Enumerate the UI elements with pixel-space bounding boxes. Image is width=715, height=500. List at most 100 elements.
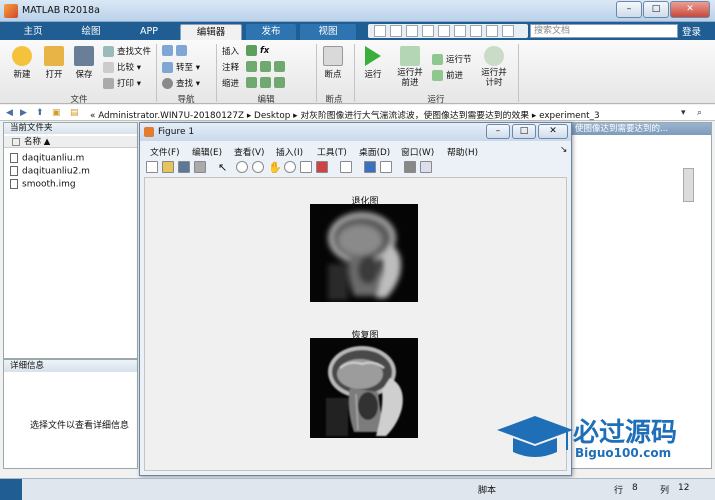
tab-view[interactable]: 视图 (300, 24, 356, 40)
comment-button[interactable]: 注释 (222, 61, 239, 73)
dropdown-icon[interactable]: ▾ (681, 108, 686, 118)
find-files-button[interactable]: 查找文件 (103, 45, 151, 57)
fx-button[interactable]: fx (246, 45, 269, 56)
breakpoints-button[interactable]: 断点 (318, 46, 348, 80)
breadcrumb-segment[interactable]: 对灰阶图像进行大气湍流滤波，使图像达到需要达到的效果 (300, 111, 529, 121)
forward-arrow-icon[interactable]: ▶ (20, 108, 27, 118)
save-icon[interactable] (374, 25, 386, 37)
new-figure-icon[interactable] (146, 161, 158, 173)
list-item[interactable]: daqituanliu.m (10, 153, 84, 164)
degraded-head-image (310, 204, 418, 302)
indent-button[interactable]: 缩进 (222, 77, 239, 89)
data-cursor-icon[interactable] (300, 161, 312, 173)
tab-apps[interactable]: APP (122, 24, 176, 40)
switch-windows-icon[interactable] (470, 25, 482, 37)
tab-home[interactable]: 主页 (6, 24, 60, 40)
list-item[interactable]: smooth.img (10, 179, 76, 190)
save-button[interactable]: 保存 (68, 46, 100, 80)
link-plot-icon[interactable] (340, 161, 352, 173)
run-and-time-button[interactable]: 运行并计时 (478, 46, 510, 88)
print-icon (103, 78, 114, 89)
colorbar-icon[interactable] (364, 161, 376, 173)
breadcrumb-segment[interactable]: Desktop (254, 111, 290, 121)
zoom-out-icon[interactable] (252, 161, 264, 173)
tab-plots[interactable]: 绘图 (64, 24, 118, 40)
insert-button[interactable]: 插入 (222, 45, 239, 57)
hide-plot-tools-icon[interactable] (404, 161, 416, 173)
redo-icon[interactable] (454, 25, 466, 37)
start-button[interactable] (0, 479, 22, 500)
status-bar: 脚本 行 8 列 12 (0, 478, 715, 500)
comment-tools[interactable] (246, 61, 288, 72)
figure-maximize-button[interactable]: □ (512, 124, 536, 139)
restored-mri-image (310, 338, 418, 438)
menu-file[interactable]: 文件(F) (150, 145, 180, 158)
pan-icon[interactable]: ✋ (268, 161, 282, 174)
menu-tools[interactable]: 工具(T) (317, 145, 347, 158)
menu-edit[interactable]: 编辑(E) (192, 145, 222, 158)
menu-help[interactable]: 帮助(H) (447, 145, 478, 158)
open-file-icon[interactable] (162, 161, 174, 173)
customize-icon[interactable] (502, 25, 514, 37)
search-icon[interactable]: ⌕ (697, 108, 702, 118)
details-message: 选择文件以查看详细信息 (30, 421, 130, 431)
help-icon[interactable] (486, 25, 498, 37)
copy-icon[interactable] (406, 25, 418, 37)
run-button[interactable]: 运行 (358, 46, 388, 80)
folder-icon (44, 46, 64, 66)
checkbox-icon[interactable] (12, 137, 20, 146)
goto-button[interactable]: 转至 ▾ (162, 61, 200, 73)
print-figure-icon[interactable] (194, 161, 206, 173)
rotate-icon[interactable] (284, 161, 296, 173)
tab-publish[interactable]: 发布 (246, 24, 296, 40)
close-button[interactable]: ✕ (670, 1, 710, 18)
breadcrumb-segment[interactable]: experiment_3 (539, 111, 600, 121)
search-documentation-input[interactable]: 搜索文档 (530, 24, 678, 38)
paste-icon[interactable] (422, 25, 434, 37)
breakpoints-icon (323, 46, 343, 66)
stopwatch-icon (484, 46, 504, 66)
figure-minimize-button[interactable]: – (486, 124, 510, 139)
zoom-in-icon[interactable] (236, 161, 248, 173)
compare-button[interactable]: 比较 ▾ (103, 61, 141, 73)
browse-folder-icon[interactable]: ▣ (52, 108, 61, 118)
scrollbar[interactable] (683, 168, 694, 202)
find-files-icon (103, 46, 114, 57)
menu-view[interactable]: 查看(V) (234, 145, 264, 158)
divider (156, 44, 157, 102)
menu-desktop[interactable]: 桌面(D) (359, 145, 390, 158)
indent-tools[interactable] (246, 77, 288, 88)
new-button[interactable]: 新建 (6, 46, 38, 80)
degraded-mri-image (310, 204, 418, 302)
login-link[interactable]: 登录 (682, 24, 701, 38)
print-button[interactable]: 打印 ▾ (103, 77, 141, 89)
up-folder-icon[interactable]: ⬆ (36, 108, 44, 118)
run-section-button[interactable]: 运行节 (432, 53, 472, 65)
menu-window[interactable]: 窗口(W) (401, 145, 434, 158)
undo-icon[interactable] (438, 25, 450, 37)
open-button[interactable]: 打开 (38, 46, 70, 80)
minimize-button[interactable]: – (616, 1, 642, 18)
maximize-button[interactable]: □ (643, 1, 669, 18)
tab-editor[interactable]: 编辑器 (180, 24, 242, 40)
pointer-icon[interactable]: ↖ (218, 161, 230, 174)
list-item[interactable]: daqituanliu2.m (10, 166, 90, 177)
legend-icon[interactable] (380, 161, 392, 173)
back-arrow-icon[interactable]: ◀ (6, 108, 13, 118)
cut-icon[interactable] (390, 25, 402, 37)
find-button[interactable]: 查找 ▾ (162, 77, 200, 89)
breadcrumb[interactable]: « Administrator.WIN7U-20180127Z ▸ Deskto… (90, 108, 600, 121)
brush-icon[interactable] (316, 161, 328, 173)
save-figure-icon[interactable] (178, 161, 190, 173)
menu-insert[interactable]: 插入(I) (276, 145, 303, 158)
run-and-advance-button[interactable]: 运行并前进 (394, 46, 426, 88)
dock-icon[interactable]: ↘ (560, 145, 567, 155)
name-column-header[interactable]: 名称 ▲ (4, 136, 137, 148)
figure-close-button[interactable]: ✕ (538, 124, 568, 139)
advance-button[interactable]: 前进 (432, 69, 463, 81)
breadcrumb-segment[interactable]: Administrator.WIN7U-20180127Z (98, 111, 244, 121)
show-plot-tools-icon[interactable] (420, 161, 432, 173)
folder-icon: ▤ (70, 108, 79, 118)
play-icon (365, 46, 381, 66)
back-forward-buttons[interactable] (162, 45, 190, 56)
